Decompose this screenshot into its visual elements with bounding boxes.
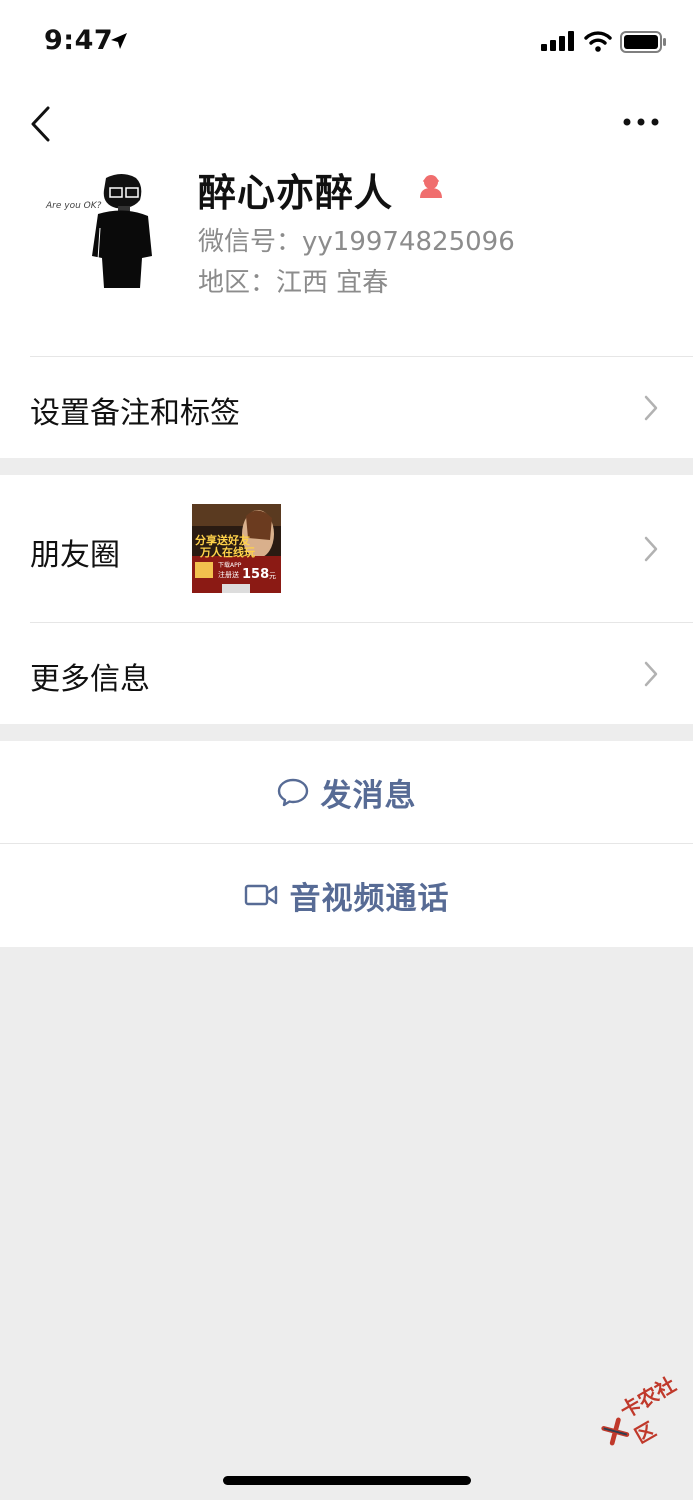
thumb-promo-line3: 下载APP [218,561,242,569]
status-bar: 9:47 [0,0,693,84]
video-call-button[interactable]: 音视频通话 [0,844,693,946]
more-info-row[interactable]: 更多信息 [0,623,693,724]
info-section: 朋友圈 分享送好友 万人在线玩 下载APP 注册送 158 元 更多信息 [0,475,693,724]
set-remark-and-tags-row[interactable]: 设置备注和标签 [0,357,693,458]
home-indicator[interactable] [223,1476,471,1485]
battery-icon [620,30,668,58]
cellular-signal-icon [541,31,575,55]
wechat-id: 微信号：yy19974825096 [198,227,515,257]
more-info-label: 更多信息 [30,662,150,697]
region: 地区：江西 宜春 [198,268,389,298]
profile-section: Are you OK? 醉心亦醉人 微信号：yy19974825096 地区：江… [0,84,693,458]
wifi-icon [584,30,612,56]
avatar[interactable]: Are you OK? [36,170,158,292]
female-gender-icon [418,173,444,203]
set-remark-label: 设置备注和标签 [30,396,240,431]
video-camera-icon [244,884,277,906]
video-call-label: 音视频通话 [289,880,450,917]
thumb-promo-unit: 元 [269,572,276,580]
chat-bubble-icon [277,778,308,807]
thumb-promo-line1: 分享送好友 [195,533,250,547]
send-message-label: 发消息 [320,777,417,814]
thumb-promo-amount: 158 [242,567,269,582]
chevron-right-icon [643,395,659,425]
moments-thumbnail[interactable]: 分享送好友 万人在线玩 下载APP 注册送 158 元 [192,504,281,593]
chevron-right-icon [643,536,659,566]
more-options-button[interactable] [617,112,665,132]
thumb-promo-line2: 万人在线玩 [199,545,255,559]
location-arrow-icon [109,31,129,55]
chevron-left-icon [31,106,50,142]
status-time: 9:47 [44,25,114,56]
actions-section: 发消息 音视频通话 [0,741,693,947]
avatar-caption: Are you OK? [45,201,102,211]
chevron-right-icon [643,661,659,691]
moments-label: 朋友圈 [30,538,120,573]
send-message-button[interactable]: 发消息 [0,741,693,843]
back-button[interactable] [24,106,56,142]
moments-row[interactable]: 朋友圈 分享送好友 万人在线玩 下载APP 注册送 158 元 [0,475,693,622]
thumb-promo-line4: 注册送 [218,570,239,579]
profile-name: 醉心亦醉人 [198,171,394,215]
watermark: 卡农社区 [591,1361,693,1462]
ellipsis-icon [623,118,659,126]
